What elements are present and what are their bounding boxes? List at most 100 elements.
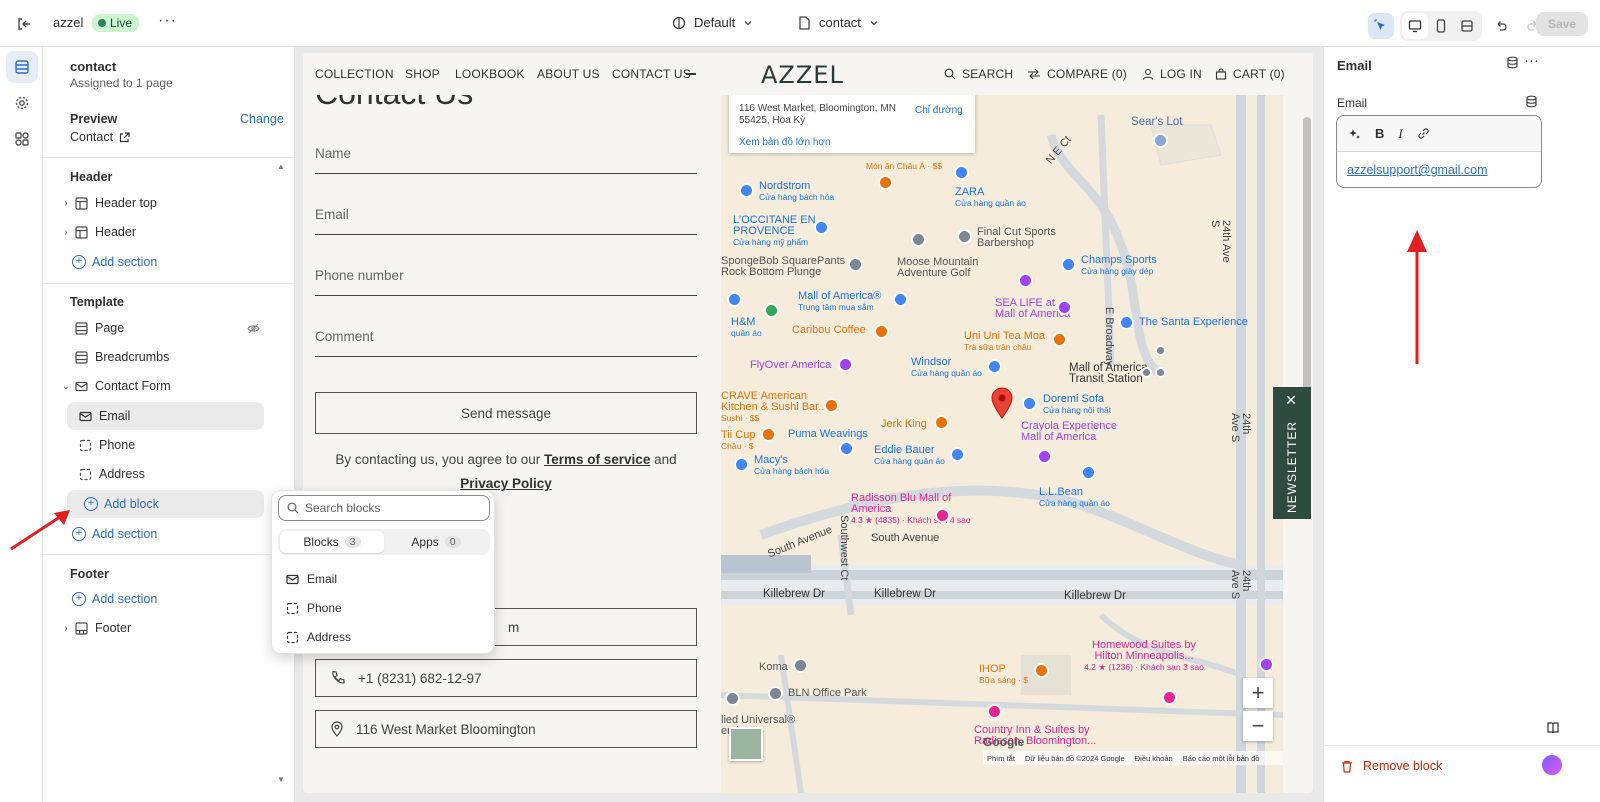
phone-field[interactable]: Phone number <box>315 258 697 296</box>
map-terms-link[interactable]: Điều khoản <box>1135 754 1173 763</box>
map-directions-link[interactable]: Chỉ đường <box>915 105 963 116</box>
book-icon[interactable] <box>1546 721 1560 738</box>
map-zoom-out-button[interactable]: − <box>1243 711 1273 741</box>
page-selector[interactable]: contact <box>798 15 879 30</box>
email-field[interactable]: Email <box>315 197 697 235</box>
search-blocks-input[interactable]: Search blocks <box>278 495 490 521</box>
ai-sparkle-icon[interactable] <box>1348 127 1361 140</box>
block-email[interactable]: Email <box>67 402 264 430</box>
google-map[interactable]: 116 West Market, Bloomington, MN 55425, … <box>721 95 1283 793</box>
inspector-toggle-icon[interactable] <box>1368 13 1394 39</box>
send-message-button[interactable]: Send message <box>315 392 697 434</box>
close-icon[interactable]: ✕ <box>1284 394 1300 411</box>
email-value-link[interactable]: azzelsupport@gmail.com <box>1347 163 1488 177</box>
newsletter-tab[interactable]: NEWSLETTER ✕ <box>1273 387 1311 519</box>
sidekick-ai-icon[interactable] <box>1542 755 1562 775</box>
nav-collection[interactable]: COLLECTION <box>315 67 394 81</box>
map-layer-thumbnail[interactable] <box>729 727 763 761</box>
terms-link[interactable]: Terms of service <box>544 452 650 467</box>
preview-value[interactable]: Contact <box>70 130 130 144</box>
hidden-eye-icon[interactable] <box>247 322 260 338</box>
nav-shop[interactable]: SHOP <box>405 67 440 81</box>
block-address[interactable]: Address <box>67 460 264 488</box>
nav-login[interactable]: LOG IN <box>1142 67 1202 81</box>
nav-cart[interactable]: CART (0) <box>1215 67 1285 81</box>
section-page[interactable]: Page <box>59 314 279 342</box>
transit-icon <box>1141 367 1152 378</box>
divider <box>1324 745 1600 746</box>
undo-icon[interactable] <box>1488 13 1514 39</box>
store-nav: COLLECTION SHOP LOOKBOOK ABOUT US CONTAC… <box>303 53 1313 95</box>
map-shortcuts-link[interactable]: Phím tắt <box>987 754 1015 763</box>
nav-search[interactable]: SEARCH <box>944 67 1013 81</box>
italic-icon[interactable]: I <box>1398 126 1402 142</box>
attraction-pin-icon <box>1018 273 1033 288</box>
section-layout-icon <box>73 620 89 636</box>
envelope-icon <box>77 408 93 424</box>
map-report-link[interactable]: Báo cáo một lỗi bản đồ <box>1183 754 1260 763</box>
panel-more-icon[interactable]: ··· <box>1524 52 1539 69</box>
comment-field[interactable]: Comment <box>315 319 697 357</box>
nav-compare[interactable]: COMPARE (0) <box>1027 67 1127 81</box>
chevron-right-icon[interactable]: › <box>59 623 73 634</box>
mobile-view-icon[interactable] <box>1428 13 1454 39</box>
scroll-up-icon[interactable]: ▲ <box>277 162 285 171</box>
remove-block-button[interactable]: Remove block <box>1341 759 1442 773</box>
more-actions-icon[interactable]: ··· <box>158 12 177 30</box>
nav-lookbook[interactable]: LOOKBOOK <box>455 67 525 81</box>
section-contact-form[interactable]: ⌄ Contact Form <box>59 372 279 400</box>
map-place-label: Puma Weavings <box>788 428 868 440</box>
section-label: Page <box>95 321 125 335</box>
restaurant-pin-icon <box>1034 663 1049 678</box>
tab-blocks[interactable]: Blocks 3 <box>280 531 384 553</box>
section-label: Header <box>95 225 136 239</box>
tab-apps[interactable]: Apps 0 <box>384 531 488 553</box>
block-phone[interactable]: Phone <box>67 431 264 459</box>
popover-item-phone[interactable]: Phone <box>286 601 342 615</box>
add-block-button[interactable]: + Add block <box>67 490 264 518</box>
save-button[interactable]: Save <box>1536 12 1588 36</box>
section-footer[interactable]: › Footer <box>59 614 279 642</box>
store-logo[interactable]: AZZEL <box>761 61 844 89</box>
database-icon[interactable] <box>1506 56 1519 72</box>
popover-item-address[interactable]: Address <box>286 630 351 644</box>
name-field[interactable]: Name <box>315 136 697 174</box>
app-embeds-icon[interactable] <box>6 123 38 155</box>
nav-contact-us[interactable]: CONTACT US <box>612 67 691 81</box>
email-rich-text-editor[interactable]: B I azzelsupport@gmail.com <box>1336 115 1542 188</box>
sections-icon[interactable] <box>6 51 38 83</box>
bold-icon[interactable]: B <box>1375 126 1384 141</box>
place-pin-icon <box>911 232 926 247</box>
chevron-right-icon[interactable]: › <box>59 227 73 238</box>
storefront-preview: COLLECTION SHOP LOOKBOOK ABOUT US CONTAC… <box>295 47 1323 802</box>
map-place-label: Champs Sports Cửa hàng giày dép <box>1081 255 1157 277</box>
add-section-label: Add section <box>92 255 158 269</box>
map-larger-link[interactable]: Xem bản đồ lớn hơn <box>739 137 831 148</box>
chevron-down-icon[interactable]: ⌄ <box>59 381 73 392</box>
dashed-block-icon <box>77 437 93 453</box>
add-section-footer-button[interactable]: + Add section <box>72 592 157 606</box>
map-zoom-in-button[interactable]: + <box>1243 678 1273 708</box>
chevron-right-icon[interactable]: › <box>59 198 73 209</box>
exit-icon[interactable] <box>14 14 34 34</box>
theme-settings-gear-icon[interactable] <box>6 87 38 119</box>
section-header[interactable]: › Header <box>59 218 279 246</box>
map-road-label: 24th Ave S <box>1229 570 1252 600</box>
section-breadcrumbs[interactable]: Breadcrumbs <box>59 343 279 371</box>
scroll-down-icon[interactable]: ▼ <box>277 775 285 784</box>
section-header-top[interactable]: › Header top <box>59 189 279 217</box>
map-road-label: Killebrew Dr <box>763 588 825 600</box>
popover-item-email[interactable]: Email <box>286 572 337 586</box>
add-section-template-button[interactable]: + Add section <box>72 527 157 541</box>
privacy-link[interactable]: Privacy Policy <box>460 476 552 491</box>
fullwidth-view-icon[interactable] <box>1454 13 1480 39</box>
add-section-header-button[interactable]: + Add section <box>72 255 157 269</box>
desktop-view-icon[interactable] <box>1402 13 1428 39</box>
link-icon[interactable] <box>1417 127 1430 140</box>
dynamic-source-icon[interactable] <box>1525 95 1538 111</box>
theme-selector[interactable]: Default <box>672 15 753 30</box>
nav-about-us[interactable]: ABOUT US <box>537 67 600 81</box>
change-preview-link[interactable]: Change <box>240 112 284 126</box>
envelope-icon <box>286 574 299 584</box>
map-place-label: Caribou Coffee <box>792 324 866 336</box>
